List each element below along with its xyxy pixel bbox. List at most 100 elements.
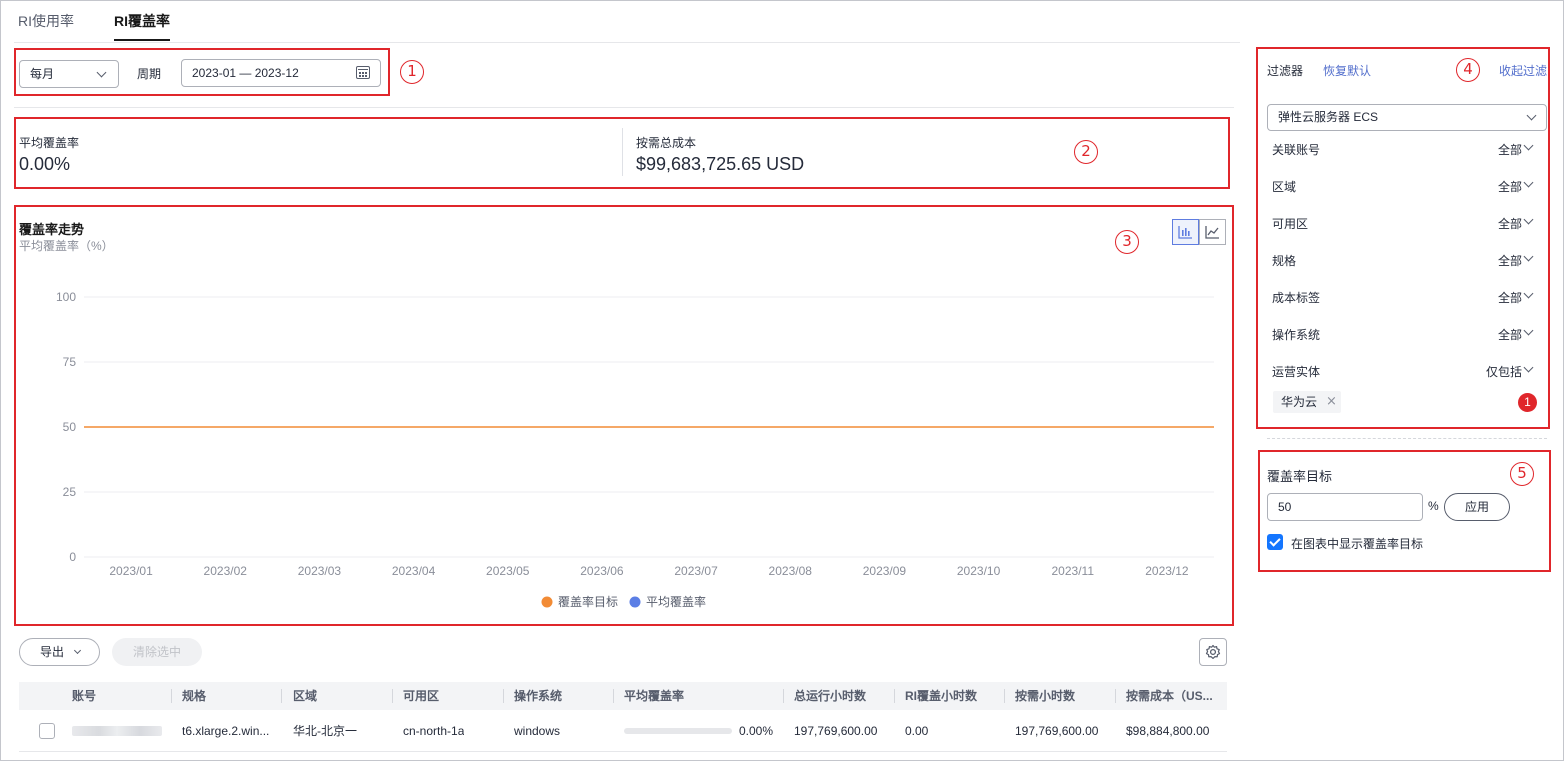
tab-ri-utilization[interactable]: RI使用率 <box>18 0 74 42</box>
filter-label: 运营实体 <box>1272 365 1321 379</box>
service-select[interactable]: 弹性云服务器 ECS <box>1267 104 1547 131</box>
col-ondemand-cost[interactable]: 按需成本（US... <box>1126 682 1224 710</box>
x-tick-label: 2023/01 <box>109 564 153 578</box>
account-masked <box>72 726 162 736</box>
cell-az: cn-north-1a <box>403 724 465 738</box>
col-separator <box>1115 689 1116 703</box>
entity-tag-label: 华为云 <box>1281 395 1318 409</box>
col-separator <box>281 689 282 703</box>
line-chart-icon <box>1205 226 1219 239</box>
tab-bar: RI使用率 RI覆盖率 <box>18 0 170 42</box>
period-label: 周期 <box>137 67 162 81</box>
filter-value: 全部 <box>1497 217 1522 231</box>
line-chart-toggle[interactable] <box>1199 219 1226 245</box>
col-ondemand-hours[interactable]: 按需小时数 <box>1015 682 1115 710</box>
chevron-down-icon <box>1526 110 1537 121</box>
legend-label[interactable]: 平均覆盖率 <box>646 594 706 609</box>
coverage-goal-input[interactable]: 50 <box>1267 493 1423 521</box>
table-row: t6.xlarge.2.win... 华北-北京一 cn-north-1a wi… <box>19 710 1227 752</box>
filter-value: 仅包括 <box>1485 365 1522 379</box>
apply-button[interactable]: 应用 <box>1444 493 1510 521</box>
x-tick-label: 2023/11 <box>1052 564 1095 578</box>
x-tick-label: 2023/06 <box>580 564 624 578</box>
legend-label[interactable]: 覆盖率目标 <box>558 594 618 609</box>
cell-ondemand-hours: 197,769,600.00 <box>1015 724 1099 738</box>
col-az[interactable]: 可用区 <box>403 682 503 710</box>
tab-divider <box>14 42 1240 43</box>
chevron-down-icon <box>73 646 82 655</box>
col-separator <box>171 689 172 703</box>
filter-label: 成本标签 <box>1272 291 1321 305</box>
col-separator <box>894 689 895 703</box>
coverage-goal-unit: % <box>1428 499 1439 513</box>
x-tick-label: 2023/09 <box>863 564 907 578</box>
date-range-picker[interactable]: 2023-01 — 2023-12 <box>181 59 381 87</box>
reset-filters-link[interactable]: 恢复默认 <box>1323 62 1371 79</box>
chart-title: 覆盖率走势 <box>19 222 85 237</box>
granularity-value: 每月 <box>30 67 55 81</box>
filter-value: 全部 <box>1497 328 1522 342</box>
filter-title: 过滤器 <box>1267 64 1304 78</box>
annotation-marker-4: 4 <box>1456 58 1480 82</box>
x-tick-label: 2023/05 <box>486 564 530 578</box>
service-value: 弹性云服务器 ECS <box>1278 110 1379 124</box>
x-tick-label: 2023/08 <box>769 564 813 578</box>
entity-tag: 华为云 × <box>1273 391 1341 413</box>
col-flavor[interactable]: 规格 <box>182 682 282 710</box>
coverage-progress-bar <box>624 728 732 734</box>
panel-divider <box>1267 438 1547 439</box>
col-total-hours[interactable]: 总运行小时数 <box>794 682 894 710</box>
y-tick-label: 75 <box>63 355 77 369</box>
x-tick-label: 2023/03 <box>298 564 342 578</box>
coverage-goal-title: 覆盖率目标 <box>1267 469 1333 484</box>
collapse-filters-link[interactable]: 收起过滤 <box>1499 62 1547 79</box>
annotation-marker-3: 3 <box>1115 230 1139 254</box>
filter-label: 区域 <box>1272 180 1297 194</box>
bar-chart-toggle[interactable] <box>1172 219 1199 245</box>
col-os[interactable]: 操作系统 <box>514 682 614 710</box>
col-account[interactable]: 账号 <box>72 682 172 710</box>
annotation-marker-1: 1 <box>400 60 424 84</box>
row-checkbox[interactable] <box>39 723 55 739</box>
cell-os: windows <box>514 724 561 738</box>
cell-coverage: 0.00% <box>739 724 774 738</box>
date-range-value: 2023-01 — 2023-12 <box>192 66 299 80</box>
tab-ri-coverage[interactable]: RI覆盖率 <box>114 0 170 42</box>
export-button[interactable]: 导出 <box>19 638 100 666</box>
filter-value: 全部 <box>1497 143 1522 157</box>
col-region[interactable]: 区域 <box>293 682 393 710</box>
x-tick-label: 2023/02 <box>204 564 248 578</box>
clear-selection-button[interactable]: 清除选中 <box>112 638 202 666</box>
y-tick-label: 100 <box>56 290 76 304</box>
col-separator <box>392 689 393 703</box>
filter-value: 全部 <box>1497 291 1522 305</box>
gear-icon <box>1205 644 1221 659</box>
cell-ondemand-cost: $98,884,800.00 <box>1126 724 1210 738</box>
y-tick-label: 25 <box>63 485 77 499</box>
legend-marker[interactable] <box>629 596 641 608</box>
annotation-marker-2: 2 <box>1074 140 1098 164</box>
avg-coverage-label: 平均覆盖率 <box>19 136 80 150</box>
legend-marker[interactable] <box>541 596 553 608</box>
chart-subtitle: 平均覆盖率（%） <box>19 239 114 253</box>
calendar-icon[interactable] <box>356 66 370 79</box>
col-separator <box>783 689 784 703</box>
col-avg-coverage[interactable]: 平均覆盖率 <box>624 682 784 710</box>
x-tick-label: 2023/07 <box>674 564 718 578</box>
filter-count-badge: 1 <box>1518 393 1537 412</box>
table-settings-button[interactable] <box>1199 638 1227 666</box>
summary-separator <box>622 128 623 176</box>
show-goal-checkbox[interactable] <box>1267 534 1283 550</box>
filter-label: 规格 <box>1272 254 1297 268</box>
col-ri-hours[interactable]: RI覆盖小时数 <box>905 682 1005 710</box>
filter-value: 全部 <box>1497 254 1522 268</box>
col-separator <box>503 689 504 703</box>
cell-total-hours: 197,769,600.00 <box>794 724 878 738</box>
granularity-select[interactable]: 每月 <box>19 60 119 88</box>
x-tick-label: 2023/12 <box>1145 564 1189 578</box>
filter-label: 操作系统 <box>1272 328 1321 342</box>
col-separator <box>613 689 614 703</box>
export-label: 导出 <box>40 645 65 659</box>
close-icon[interactable]: × <box>1326 391 1337 413</box>
annotation-marker-5: 5 <box>1510 462 1534 486</box>
